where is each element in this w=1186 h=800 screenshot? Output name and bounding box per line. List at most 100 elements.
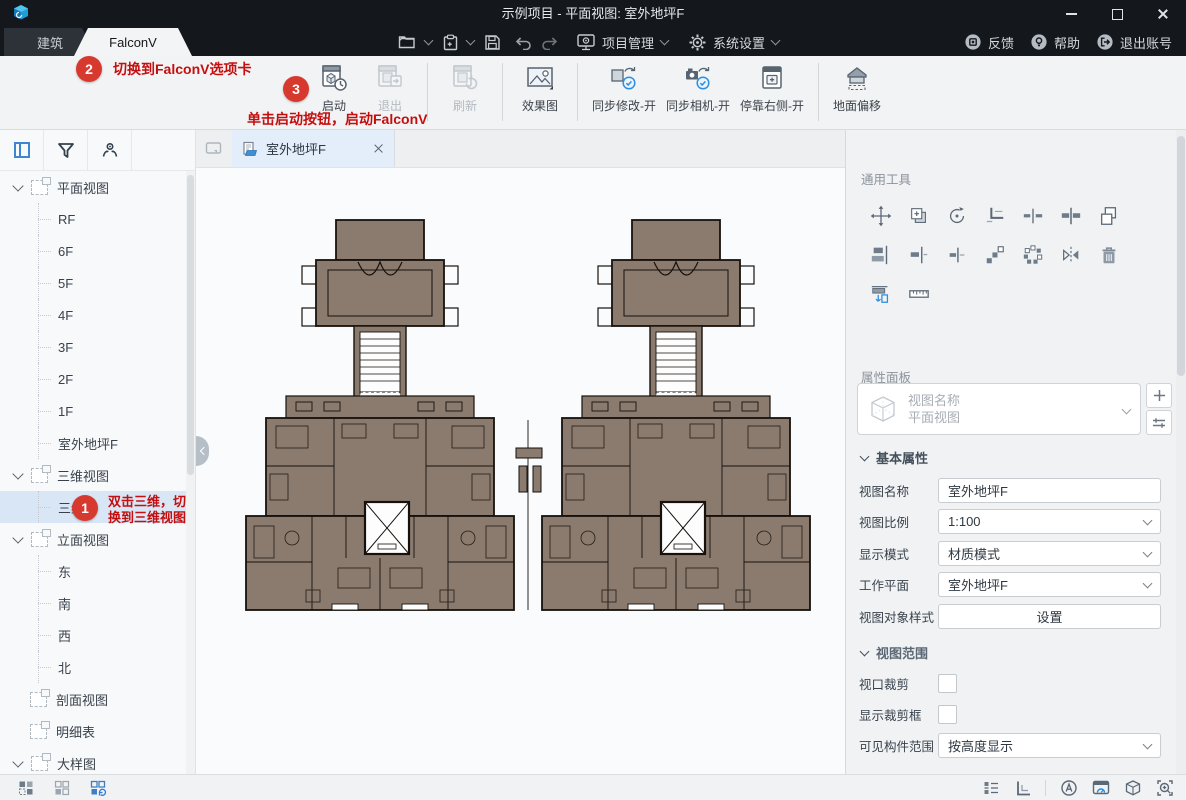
measure-icon[interactable] <box>907 282 931 306</box>
help-button[interactable]: 帮助 <box>1030 33 1080 52</box>
show-crop-box-checkbox[interactable] <box>938 705 957 724</box>
display-mode-select[interactable]: 材质模式 <box>938 541 1161 566</box>
maximize-button[interactable] <box>1094 0 1140 28</box>
undo-icon[interactable] <box>514 28 533 56</box>
zoom-extents-icon[interactable] <box>1155 778 1174 797</box>
filter-property-button[interactable] <box>1146 410 1172 435</box>
tree-item-5[interactable]: 3F <box>0 331 186 363</box>
view-cube-icon[interactable] <box>1123 778 1142 797</box>
match-icon[interactable] <box>1097 204 1121 228</box>
visible-range-select[interactable]: 按高度显示 <box>938 733 1161 758</box>
tab-list-icon[interactable] <box>196 130 232 167</box>
layout-grid-b-icon[interactable] <box>52 778 71 797</box>
layout-reset-icon[interactable] <box>88 778 107 797</box>
perf-monitor-icon[interactable] <box>1091 778 1110 797</box>
open-file-dropdown-icon[interactable] <box>424 36 434 46</box>
close-button[interactable] <box>1140 0 1186 28</box>
tab-falconv[interactable]: FalconV <box>74 28 192 56</box>
tree-item-15[interactable]: 北 <box>0 651 186 683</box>
type-selector[interactable]: 视图名称 平面视图 <box>857 383 1141 435</box>
array-radial-icon[interactable] <box>1021 243 1045 267</box>
offset-icon[interactable] <box>869 282 893 306</box>
section-view-range[interactable]: 视图范围 <box>861 643 928 662</box>
visible-range-value: 按高度显示 <box>948 736 1013 755</box>
properties-scrollbar[interactable] <box>1176 130 1186 774</box>
tree-item-17[interactable]: 明细表 <box>0 715 186 747</box>
align-right-icon[interactable] <box>945 243 969 267</box>
split-icon[interactable] <box>1021 204 1045 228</box>
tree-item-8[interactable]: 室外地坪F <box>0 427 186 459</box>
add-property-button[interactable] <box>1146 383 1172 408</box>
tree-item-1[interactable]: RF <box>0 203 186 235</box>
refresh-button[interactable]: 刷新 <box>437 61 493 116</box>
auto-a-icon[interactable] <box>1059 778 1078 797</box>
properties-scrollbar-thumb[interactable] <box>1177 136 1185 376</box>
system-settings-menu[interactable]: 系统设置 <box>688 33 782 52</box>
tree-item-18[interactable]: 大样图 <box>0 747 186 774</box>
ground-offset-button[interactable]: 地面偏移 <box>828 61 886 116</box>
exit-button[interactable]: 退出 <box>362 61 418 116</box>
viewport-crop-checkbox[interactable] <box>938 674 957 693</box>
move-icon[interactable] <box>869 204 893 228</box>
save-icon[interactable] <box>484 28 501 56</box>
tree-item-0[interactable]: 平面视图 <box>0 171 186 203</box>
render-image-button[interactable]: 效果图 <box>512 61 568 116</box>
chevron-down-icon[interactable] <box>12 180 23 191</box>
tree-item-7[interactable]: 1F <box>0 395 186 427</box>
chevron-down-icon[interactable] <box>12 532 23 543</box>
project-manage-menu[interactable]: 项目管理 <box>576 33 671 52</box>
titlebar: 示例项目 - 平面视图: 室外地坪F <box>0 0 1186 28</box>
feedback-button[interactable]: 反馈 <box>964 33 1014 52</box>
launch-button[interactable]: 启动 <box>306 61 362 116</box>
stack-align-icon[interactable] <box>869 243 893 267</box>
open-file-icon[interactable] <box>398 28 417 56</box>
panel-layout-icon[interactable] <box>0 130 44 170</box>
view-name-value: 室外地坪F <box>948 481 1008 500</box>
align-left-icon[interactable] <box>907 243 931 267</box>
logout-button[interactable]: 退出账号 <box>1096 33 1172 52</box>
tree-scrollbar-thumb[interactable] <box>187 175 194 475</box>
copy-icon[interactable] <box>907 204 931 228</box>
drawing-canvas[interactable] <box>196 168 845 774</box>
rotate-icon[interactable] <box>945 204 969 228</box>
layout-grid-a-icon[interactable] <box>16 778 35 797</box>
dock-right-button[interactable]: 停靠右侧-开 <box>735 61 809 116</box>
tree-item-2[interactable]: 6F <box>0 235 186 267</box>
document-tab-close-icon[interactable] <box>373 143 384 154</box>
chevron-down-icon[interactable] <box>12 468 23 479</box>
paste-icon[interactable] <box>442 28 459 56</box>
array-linear-icon[interactable] <box>983 243 1007 267</box>
tree-item-3[interactable]: 5F <box>0 267 186 299</box>
tree-item-11[interactable]: 立面视图 <box>0 523 186 555</box>
locate-icon[interactable] <box>88 130 132 170</box>
minimize-button[interactable] <box>1048 0 1094 28</box>
sync-camera-button[interactable]: 同步相机-开 <box>661 61 735 116</box>
plan-view-icon <box>30 724 47 739</box>
view-name-input[interactable]: 室外地坪F <box>938 478 1161 503</box>
tree-item-12[interactable]: 东 <box>0 555 186 587</box>
delete-icon[interactable] <box>1097 243 1121 267</box>
trim-icon[interactable] <box>983 204 1007 228</box>
filter-icon[interactable] <box>44 130 88 170</box>
corner-axis-icon[interactable] <box>1013 778 1032 797</box>
section-basic-properties[interactable]: 基本属性 <box>861 448 928 467</box>
tree-item-13[interactable]: 南 <box>0 587 186 619</box>
sync-edit-button[interactable]: 同步修改-开 <box>587 61 661 116</box>
tree-item-16[interactable]: 剖面视图 <box>0 683 186 715</box>
tree-item-4[interactable]: 4F <box>0 299 186 331</box>
mirror-icon[interactable] <box>1059 243 1083 267</box>
chevron-down-icon[interactable] <box>12 756 23 767</box>
align-icon[interactable] <box>1059 204 1083 228</box>
detail-list-icon[interactable] <box>981 778 1000 797</box>
redo-icon[interactable] <box>540 28 559 56</box>
work-plane-select[interactable]: 室外地坪F <box>938 572 1161 597</box>
tree-item-14[interactable]: 西 <box>0 619 186 651</box>
document-tab-active[interactable]: 室外地坪F <box>232 130 395 167</box>
object-style-settings-button[interactable]: 设置 <box>938 604 1161 629</box>
tree-item-9[interactable]: 三维视图 <box>0 459 186 491</box>
exit-icon <box>375 63 405 93</box>
tree-scrollbar[interactable] <box>186 171 195 774</box>
tree-item-6[interactable]: 2F <box>0 363 186 395</box>
view-scale-select[interactable]: 1:100 <box>938 509 1161 534</box>
paste-dropdown-icon[interactable] <box>466 36 476 46</box>
